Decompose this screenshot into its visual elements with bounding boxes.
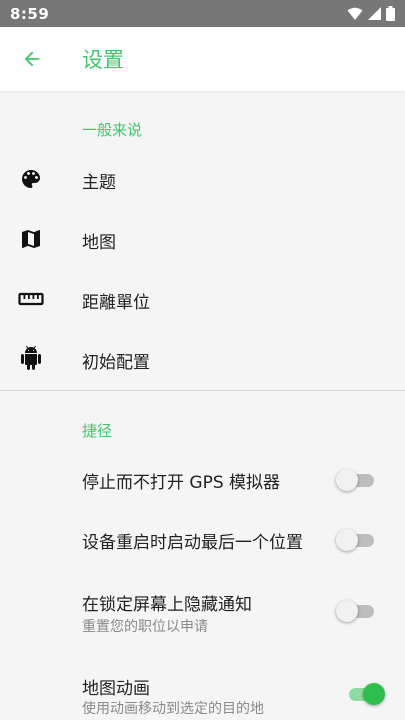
back-button[interactable]	[0, 27, 64, 91]
toggle-thumb	[363, 683, 385, 705]
settings-item-stop-without-gps[interactable]: 停止而不打开 GPS 模拟器	[0, 452, 405, 508]
wifi-icon	[347, 7, 363, 20]
page-title: 设置	[82, 48, 124, 72]
settings-item-distance-unit[interactable]: 距離單位	[0, 272, 405, 328]
settings-item-map-label: 地图	[82, 233, 116, 253]
map-icon	[18, 226, 44, 252]
status-icons	[347, 6, 395, 21]
settings-item-hide-notification-label: 在锁定屏幕上隐藏通知	[82, 595, 252, 615]
settings-item-restore-on-reboot[interactable]: 设备重启时启动最后一个位置	[0, 512, 405, 568]
settings-item-initial-config-label: 初始配置	[82, 353, 150, 373]
toggle-thumb	[336, 529, 358, 551]
toggle-thumb	[336, 469, 358, 491]
settings-item-map-animation-label: 地图动画	[82, 679, 150, 699]
section-header-general: 一般来说	[82, 121, 143, 139]
settings-item-distance-unit-label: 距離單位	[82, 293, 150, 313]
section-header-shortcuts: 捷径	[82, 422, 113, 440]
toggle-switch[interactable]	[336, 528, 376, 552]
toggle-switch[interactable]	[336, 468, 376, 492]
palette-icon	[18, 166, 44, 192]
settings-item-stop-without-gps-label: 停止而不打开 GPS 模拟器	[82, 473, 281, 493]
android-icon	[18, 346, 44, 372]
settings-item-initial-config[interactable]: 初始配置	[0, 332, 405, 388]
status-bar: 8:59	[0, 0, 405, 27]
settings-item-map[interactable]: 地图	[0, 212, 405, 268]
settings-item-map-animation[interactable]: 地图动画 使用动画移动到选定的目的地	[0, 664, 405, 720]
app-bar: 设置	[0, 27, 405, 91]
settings-item-hide-notification[interactable]: 在锁定屏幕上隐藏通知 重置您的职位以申请	[0, 580, 405, 642]
settings-item-hide-notification-sublabel: 重置您的职位以申请	[82, 619, 208, 635]
signal-icon	[368, 6, 381, 20]
toggle-thumb	[336, 600, 358, 622]
arrow-back-icon	[24, 51, 40, 67]
ruler-icon	[18, 286, 44, 312]
settings-item-restore-on-reboot-label: 设备重启时启动最后一个位置	[82, 533, 303, 553]
battery-icon	[386, 6, 395, 21]
settings-item-theme[interactable]: 主题	[0, 152, 405, 208]
settings-item-theme-label: 主题	[82, 173, 116, 193]
settings-item-map-animation-sublabel: 使用动画移动到选定的目的地	[82, 701, 264, 717]
status-time: 8:59	[10, 4, 50, 23]
section-divider	[0, 390, 405, 391]
toggle-switch[interactable]	[336, 599, 376, 623]
toggle-switch[interactable]	[345, 682, 385, 706]
